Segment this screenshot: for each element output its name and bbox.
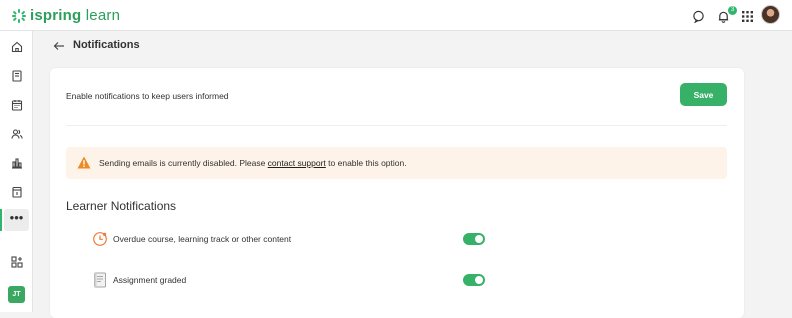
user-avatar[interactable]: [761, 5, 780, 24]
warning-text: Sending emails is currently disabled. Pl…: [99, 158, 407, 168]
calendar-task-icon[interactable]: [4, 181, 29, 203]
notification-toggle[interactable]: [463, 233, 485, 245]
notification-toggle[interactable]: [463, 274, 485, 286]
add-apps-icon[interactable]: [4, 251, 29, 273]
overdue-clock-icon: [93, 232, 107, 246]
more-icon[interactable]: •••: [4, 209, 29, 231]
save-button[interactable]: Save: [680, 83, 727, 106]
top-bar: ispring learn 3: [0, 0, 792, 31]
page-header: Notifications: [33, 31, 792, 61]
toggle-knob: [475, 235, 483, 243]
back-arrow-icon[interactable]: [52, 39, 66, 53]
sidebar: ••• JT: [0, 31, 33, 312]
logo-text-suffix: learn: [81, 7, 121, 24]
notification-row: Assignment graded: [90, 270, 490, 290]
assignment-document-icon: [94, 272, 106, 288]
warning-icon: [77, 156, 91, 169]
warning-text-before: Sending emails is currently disabled. Pl…: [99, 158, 268, 168]
home-icon[interactable]: [4, 36, 29, 58]
apps-grid-icon[interactable]: [738, 7, 756, 25]
section-title: Learner Notifications: [66, 199, 177, 213]
email-disabled-warning: Sending emails is currently disabled. Pl…: [66, 147, 727, 179]
page-title: Notifications: [73, 39, 140, 51]
notification-count-badge: 3: [728, 6, 737, 15]
contact-support-link[interactable]: contact support: [268, 158, 326, 168]
chat-icon[interactable]: [689, 7, 707, 25]
intro-text: Enable notifications to keep users infor…: [66, 91, 229, 101]
ispring-logo-icon: [12, 8, 26, 23]
toggle-knob: [475, 276, 483, 284]
reports-icon[interactable]: [4, 152, 29, 174]
notifications-settings-card: Enable notifications to keep users infor…: [50, 68, 744, 318]
calendar-icon[interactable]: [4, 94, 29, 116]
warning-text-after: to enable this option.: [325, 158, 407, 168]
notification-label: Assignment graded: [113, 275, 187, 285]
active-item-indicator: [0, 209, 2, 231]
more-dots-label: •••: [9, 210, 24, 225]
user-initials-avatar[interactable]: JT: [8, 286, 25, 303]
ispring-learn-logo[interactable]: ispring learn: [11, 7, 120, 24]
notification-row: Overdue course, learning track or other …: [90, 229, 490, 249]
notification-label: Overdue course, learning track or other …: [113, 234, 292, 244]
users-icon[interactable]: [4, 123, 29, 145]
divider: [66, 125, 727, 126]
logo-text-prefix: ispring: [30, 7, 82, 24]
courses-icon[interactable]: [4, 65, 29, 87]
